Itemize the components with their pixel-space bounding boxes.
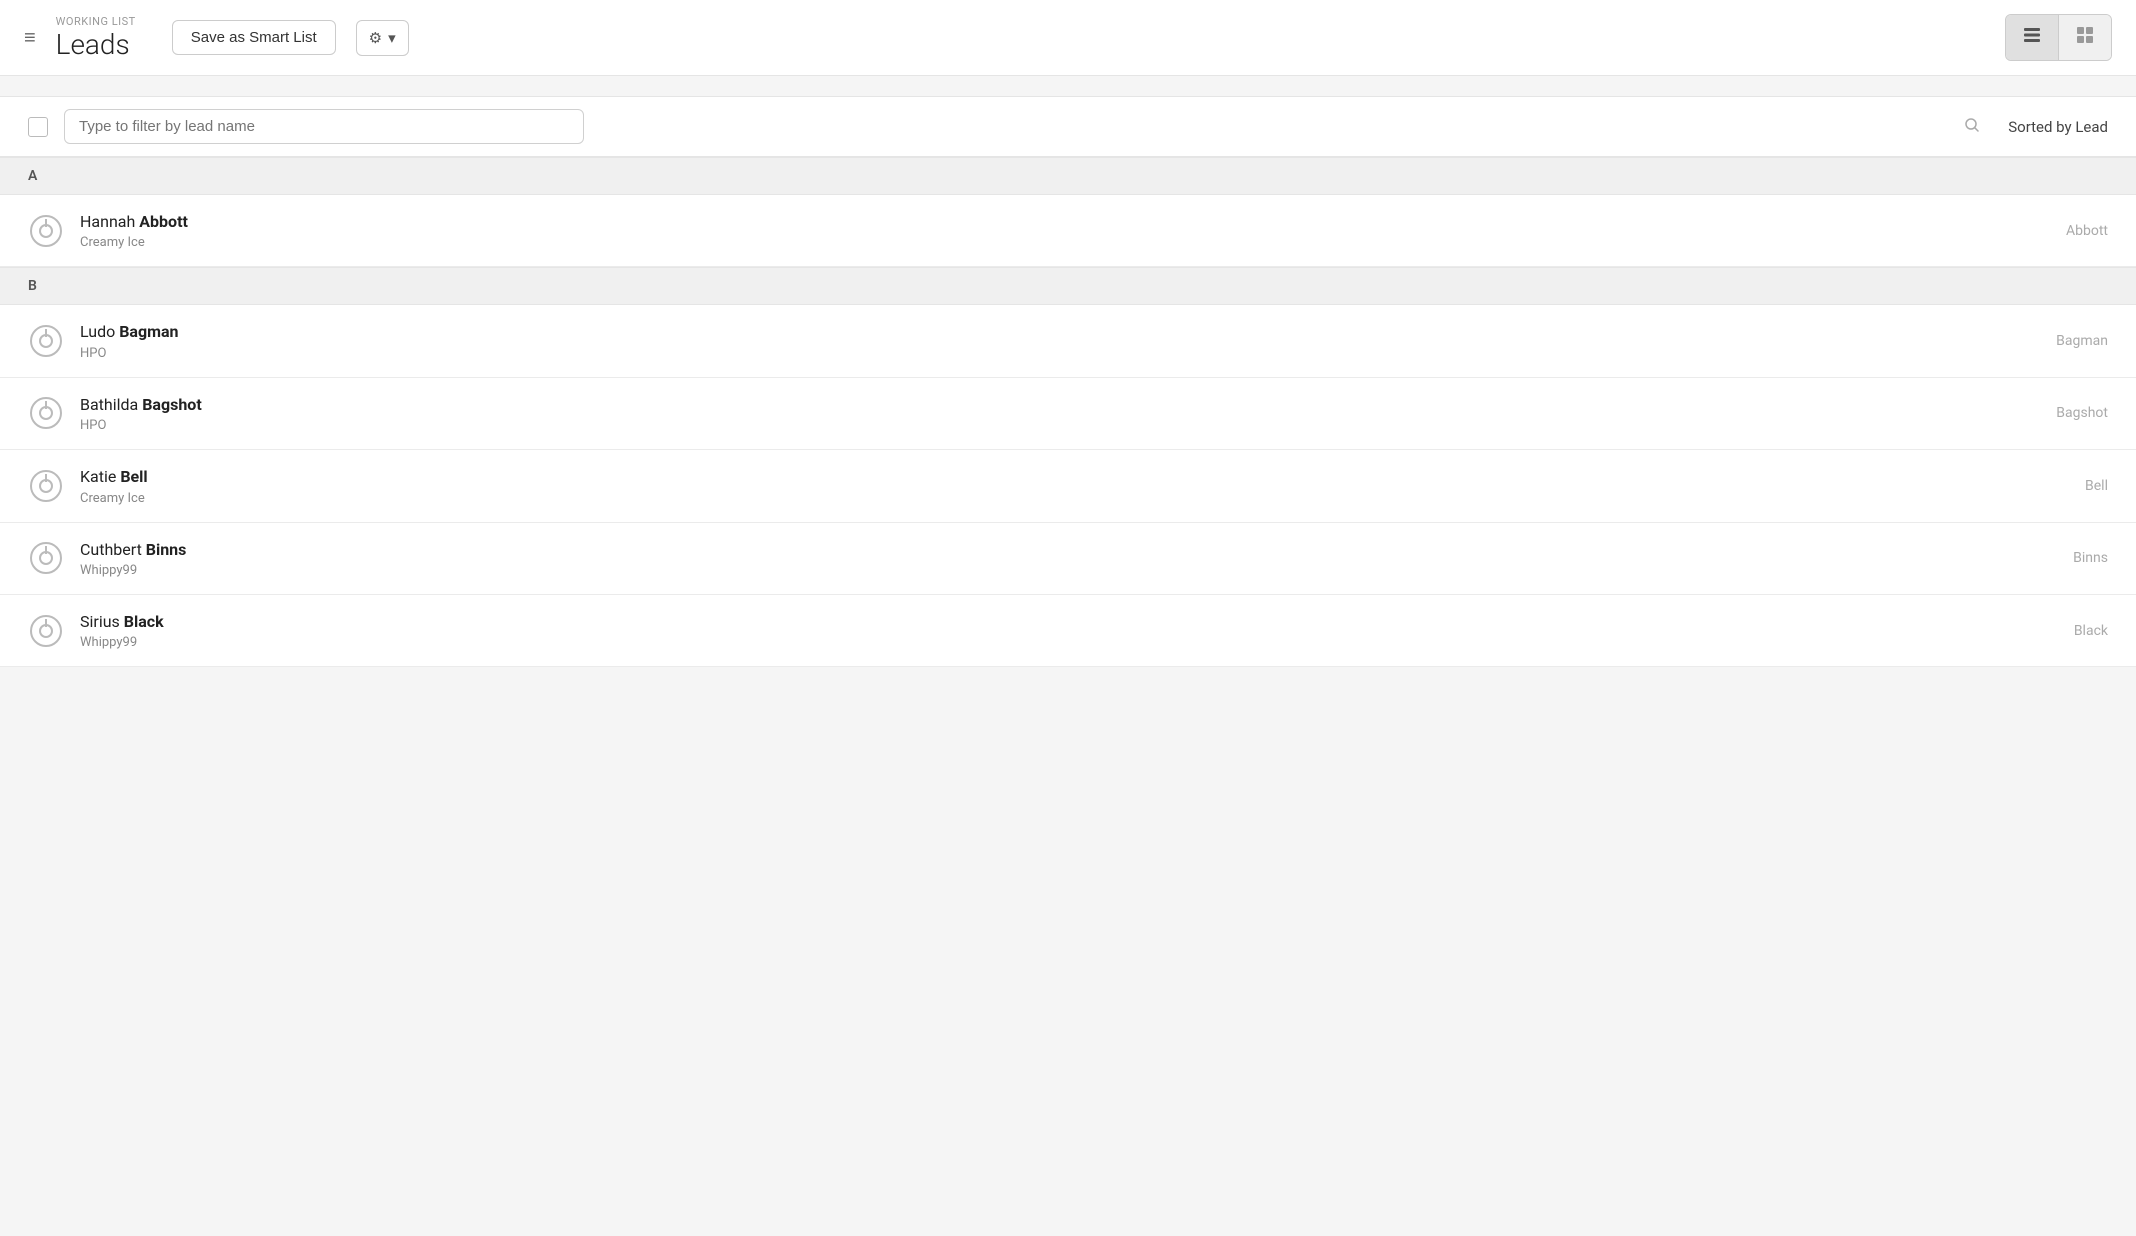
lead-sort-value: Abbott (2066, 223, 2108, 239)
lead-status-icon (28, 323, 64, 359)
lead-company: Creamy Ice (80, 491, 2069, 506)
lead-sort-value: Bagman (2056, 333, 2108, 349)
list-item[interactable]: Sirius Black Whippy99 Black (0, 595, 2136, 667)
app-header: ≡ WORKING LIST Leads Save as Smart List … (0, 0, 2136, 76)
lead-info: Sirius Black Whippy99 (80, 611, 2058, 650)
lead-sort-value: Binns (2073, 550, 2108, 566)
lead-sort-value: Bell (2085, 478, 2108, 494)
lead-name: Cuthbert Binns (80, 539, 2057, 561)
lead-company: Whippy99 (80, 635, 2058, 650)
lead-info: Cuthbert Binns Whippy99 (80, 539, 2057, 578)
lead-name: Bathilda Bagshot (80, 394, 2040, 416)
lead-info: Ludo Bagman HPO (80, 321, 2040, 360)
lead-status-icon (28, 395, 64, 431)
page-subtitle: WORKING LIST (56, 15, 136, 28)
page-title: Leads (56, 28, 136, 61)
save-smart-list-button[interactable]: Save as Smart List (172, 20, 336, 55)
sort-label: Sorted by Lead (2008, 118, 2108, 136)
lead-status-icon (28, 613, 64, 649)
list-item[interactable]: Katie Bell Creamy Ice Bell (0, 450, 2136, 522)
lead-name: Hannah Abbott (80, 211, 2050, 233)
grid-view-button[interactable] (2059, 15, 2111, 60)
power-icon (30, 325, 62, 357)
lead-sort-value: Bagshot (2056, 405, 2108, 421)
lead-sort-value: Black (2074, 623, 2108, 639)
list-view-button[interactable] (2006, 15, 2059, 60)
grid-view-icon (2075, 25, 2095, 45)
main-content: Sorted by Lead A Hannah Abbott Creamy Ic… (0, 76, 2136, 687)
gear-settings-button[interactable]: ⚙ ▾ (356, 20, 409, 56)
select-all-checkbox[interactable] (28, 117, 48, 137)
menu-icon[interactable]: ≡ (24, 25, 36, 50)
lead-info: Katie Bell Creamy Ice (80, 466, 2069, 505)
lead-company: Creamy Ice (80, 235, 2050, 250)
list-item[interactable]: Cuthbert Binns Whippy99 Binns (0, 523, 2136, 595)
power-icon (30, 542, 62, 574)
lead-company: Whippy99 (80, 563, 2057, 578)
search-input[interactable] (64, 109, 584, 144)
lead-status-icon (28, 468, 64, 504)
search-icon (1964, 117, 1980, 137)
power-icon (30, 215, 62, 247)
section-header-a: A (0, 157, 2136, 195)
power-icon (30, 397, 62, 429)
view-toggle (2005, 14, 2112, 61)
lead-status-icon (28, 540, 64, 576)
search-wrapper (64, 109, 1992, 144)
leads-list: A Hannah Abbott Creamy Ice Abbott B (0, 157, 2136, 667)
lead-company: HPO (80, 346, 2040, 361)
section-header-b: B (0, 267, 2136, 305)
lead-name: Katie Bell (80, 466, 2069, 488)
power-icon (30, 615, 62, 647)
list-item[interactable]: Bathilda Bagshot HPO Bagshot (0, 378, 2136, 450)
lead-info: Hannah Abbott Creamy Ice (80, 211, 2050, 250)
chevron-down-icon: ▾ (388, 29, 396, 47)
power-icon (30, 470, 62, 502)
lead-status-icon (28, 213, 64, 249)
list-view-icon (2022, 25, 2042, 45)
title-block: WORKING LIST Leads (56, 15, 136, 61)
filter-bar: Sorted by Lead (0, 96, 2136, 157)
gear-icon: ⚙ (369, 29, 382, 47)
lead-name: Ludo Bagman (80, 321, 2040, 343)
lead-name: Sirius Black (80, 611, 2058, 633)
lead-company: HPO (80, 418, 2040, 433)
lead-info: Bathilda Bagshot HPO (80, 394, 2040, 433)
list-item[interactable]: Hannah Abbott Creamy Ice Abbott (0, 195, 2136, 267)
list-item[interactable]: Ludo Bagman HPO Bagman (0, 305, 2136, 377)
